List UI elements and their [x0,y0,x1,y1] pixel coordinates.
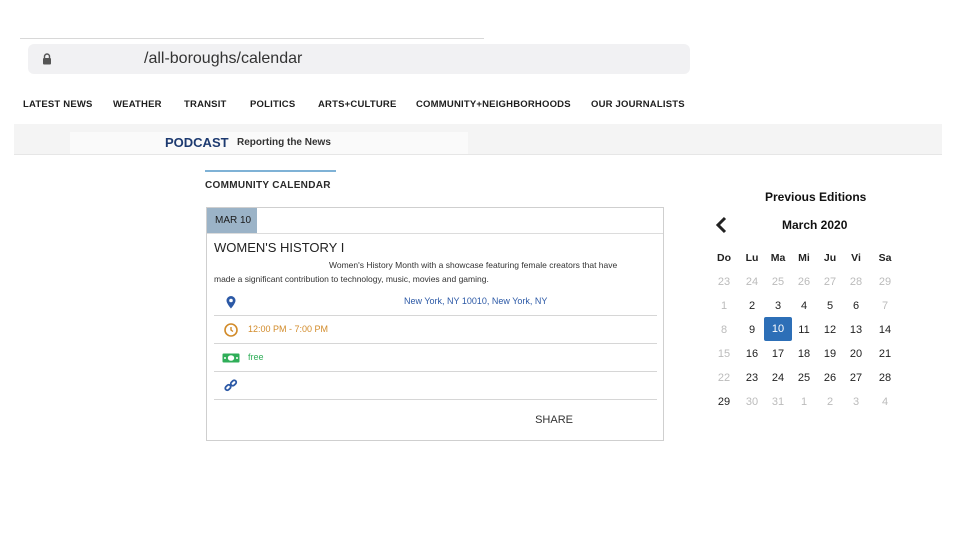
calendar-day[interactable]: 7 [872,296,898,316]
calendar-day[interactable]: 29 [711,392,737,412]
weekday-header: Vi [851,252,861,264]
calendar-day[interactable]: 22 [711,368,737,388]
calendar-day[interactable]: 29 [872,272,898,292]
event-price: free [248,352,264,362]
card-divider [207,233,663,234]
calendar-day[interactable]: 15 [711,344,737,364]
date-badge: MAR 10 [207,208,257,234]
nav-transit[interactable]: TRANSIT [184,99,227,110]
calendar-day[interactable]: 6 [843,296,869,316]
share-button[interactable]: SHARE [207,414,573,426]
weekday-header: Ma [770,252,786,264]
calendar-day[interactable]: 14 [872,320,898,340]
calendar-day[interactable]: 24 [739,272,765,292]
calendar-day[interactable]: 4 [791,296,817,316]
previous-editions-title: Previous Editions [765,190,867,204]
section-rule [205,170,336,172]
date-badge-text: MAR 10 [215,215,252,226]
time-row: 12:00 PM - 7:00 PM [214,315,657,344]
event-description-line-1: Women's History Month with a showcase fe… [329,260,618,270]
nav-latest-news[interactable]: LATEST NEWS [23,99,93,110]
calendar-day[interactable]: 26 [791,272,817,292]
calendar-day[interactable]: 12 [817,320,843,340]
weekday-header: Mi [798,252,810,264]
nav-weather[interactable]: WEATHER [113,99,162,110]
calendar-day[interactable]: 25 [791,368,817,388]
event-description-line-2: made a significant contribution to techn… [214,274,489,284]
address-bar[interactable]: /all-boroughs/calendar [28,44,690,74]
calendar-day[interactable]: 8 [711,320,737,340]
weekday-header: Lu [745,252,759,264]
url-text[interactable]: /all-boroughs/calendar [144,50,302,68]
clock-icon [224,323,238,337]
calendar-day[interactable]: 21 [872,344,898,364]
calendar-day[interactable]: 4 [872,392,898,412]
event-card: MAR 10 WOMEN'S HISTORY I Women's History… [206,207,664,441]
calendar-day[interactable]: 27 [817,272,843,292]
calendar-day[interactable]: 27 [843,368,869,388]
chevron-left-icon[interactable] [714,216,730,234]
calendar-day[interactable]: 5 [817,296,843,316]
calendar-day[interactable]: 16 [739,344,765,364]
podcast-subtitle[interactable]: Reporting the News [237,137,331,148]
weekday-header: Do [717,252,731,264]
money-icon [222,353,240,363]
weekday-header: Ju [823,252,837,264]
link-row[interactable] [214,371,657,400]
lock-icon [43,53,51,65]
calendar-day-selected[interactable]: 10 [764,317,792,341]
browser-top-divider [20,38,484,39]
calendar-day[interactable]: 31 [765,392,791,412]
calendar-day[interactable]: 28 [843,272,869,292]
price-row: free [214,343,657,372]
calendar-day[interactable]: 3 [843,392,869,412]
calendar-day[interactable]: 2 [817,392,843,412]
calendar-month: March 2020 [782,218,848,232]
calendar-day[interactable]: 13 [843,320,869,340]
calendar-day[interactable]: 26 [817,368,843,388]
calendar-day[interactable]: 11 [791,320,817,340]
calendar-day[interactable]: 24 [765,368,791,388]
calendar-day[interactable]: 28 [872,368,898,388]
calendar-day[interactable]: 23 [711,272,737,292]
calendar-day[interactable]: 23 [739,368,765,388]
section-title: COMMUNITY CALENDAR [205,180,331,191]
link-icon[interactable] [222,379,240,393]
calendar-day[interactable]: 2 [739,296,765,316]
calendar-day[interactable]: 17 [765,344,791,364]
event-title[interactable]: WOMEN'S HISTORY I [214,240,344,255]
calendar-day[interactable]: 9 [739,320,765,340]
nav-politics[interactable]: POLITICS [250,99,295,110]
calendar-day[interactable]: 30 [739,392,765,412]
nav-community-neighborhoods[interactable]: COMMUNITY+NEIGHBORHOODS [416,99,571,110]
calendar-day[interactable]: 1 [711,296,737,316]
map-pin-icon [226,296,236,309]
calendar-day[interactable]: 3 [765,296,791,316]
nav-our-journalists[interactable]: OUR JOURNALISTS [591,99,685,110]
calendar-day[interactable]: 1 [791,392,817,412]
weekday-header: Sa [878,252,892,264]
calendar-day[interactable]: 18 [791,344,817,364]
location-row: New York, NY 10010, New York, NY [214,287,657,316]
event-location[interactable]: New York, NY 10010, New York, NY [404,296,547,306]
calendar-day[interactable]: 25 [765,272,791,292]
nav-arts-culture[interactable]: ARTS+CULTURE [318,99,397,110]
calendar-day[interactable]: 20 [843,344,869,364]
podcast-link[interactable]: PODCAST [165,135,229,150]
event-time: 12:00 PM - 7:00 PM [248,324,329,334]
calendar-day[interactable]: 19 [817,344,843,364]
